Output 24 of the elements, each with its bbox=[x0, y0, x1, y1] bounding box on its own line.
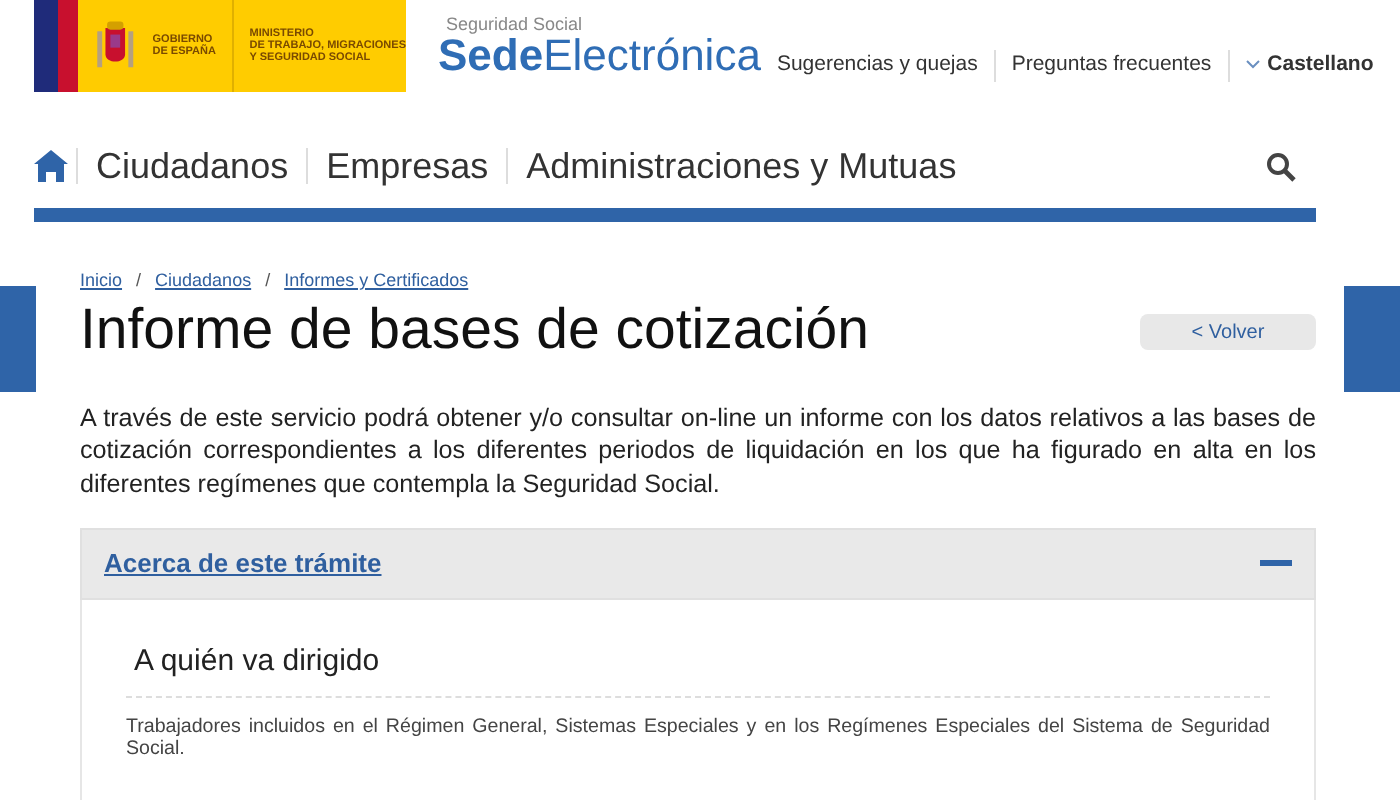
chevron-down-icon bbox=[1245, 59, 1260, 70]
collapse-icon[interactable] bbox=[1260, 560, 1292, 567]
breadcrumb-link[interactable]: Informes y Certificados bbox=[284, 268, 469, 295]
back-button[interactable]: < Volver bbox=[1140, 314, 1316, 351]
nav-link[interactable]: Administraciones y Mutuas bbox=[506, 148, 975, 184]
breadcrumb-link[interactable]: Ciudadanos bbox=[155, 268, 252, 295]
home-icon[interactable] bbox=[34, 150, 68, 182]
breadcrumb-separator: / bbox=[136, 268, 142, 294]
search-icon[interactable] bbox=[1266, 151, 1296, 181]
site-caption: Seguridad Social bbox=[446, 15, 585, 33]
intro-text: A través de este servicio podrá obtener y/o consultar on-line un informe con los datos relativos a las bases de cotización correspondientes a los diferentes periodos de liquidación en los que ha figurado en alta en los diferentes regímenes que contempla la Seguridad Social. bbox=[80, 401, 1316, 502]
breadcrumb-link[interactable]: Inicio bbox=[80, 268, 123, 295]
header-link[interactable]: Preguntas frecuentes bbox=[993, 50, 1228, 82]
language-selector[interactable]: Castellano bbox=[1227, 50, 1390, 82]
accordion-header[interactable]: Acerca de este trámite bbox=[80, 527, 1316, 600]
header-link[interactable]: Sugerencias y quejas bbox=[760, 50, 994, 82]
page-title: Informe de bases de cotización bbox=[80, 299, 869, 362]
section-heading: A quién va dirigido bbox=[126, 639, 1270, 699]
nav-link[interactable]: Empresas bbox=[306, 148, 507, 184]
nav-link[interactable]: Ciudadanos bbox=[76, 148, 307, 184]
accordion-title[interactable]: Acerca de este trámite bbox=[104, 543, 382, 583]
site-logo[interactable]: SedeElectrónica bbox=[438, 33, 761, 77]
section-text: Trabajadores incluidos en el Régimen General, Sistemas Especiales y en los Regímenes Especiales del Sistema de Seguridad Social. bbox=[126, 716, 1270, 762]
breadcrumb-separator: / bbox=[265, 268, 271, 294]
